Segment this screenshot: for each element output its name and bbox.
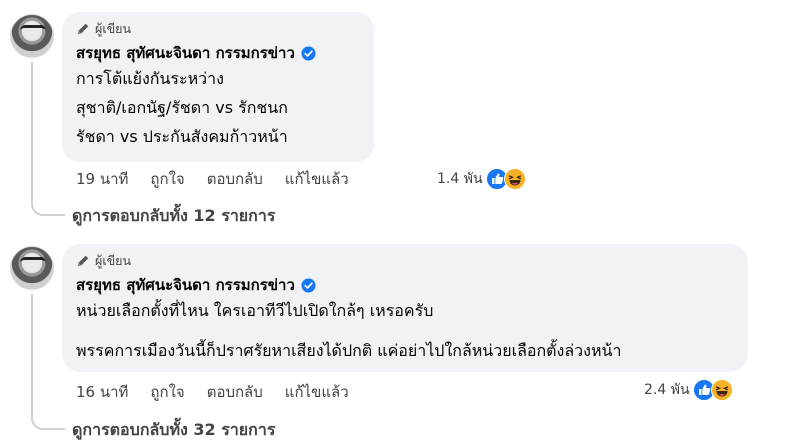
reaction-count: 1.4 พัน [437,171,483,187]
verified-badge-icon [301,45,316,61]
author-name[interactable]: สรยุทธ สุทัศนะจินดา กรรมกรข่าว [76,273,295,297]
author-name[interactable]: สรยุทธ สุทัศนะจินดา กรรมกรข่าว [76,41,295,65]
comment-actions: 16 นาที ถูกใจ ตอบกลับ แก้ไขแล้ว [76,380,371,404]
comment-bubble: ผู้เขียน สรยุทธ สุทัศนะจินดา กรรมกรข่าว … [62,244,748,372]
pencil-icon [77,255,89,267]
thread-line [31,62,33,202]
view-replies-link[interactable]: ดูการตอบกลับทั้ง 32 รายการ [72,418,275,442]
avatar[interactable] [10,14,54,58]
view-replies-link[interactable]: ดูการตอบกลับทั้ง 12 รายการ [72,204,275,228]
avatar[interactable] [10,246,54,290]
like-button[interactable]: ถูกใจ [150,380,184,404]
comment-text-line: รัชดา vs ประกันสังคมก้าวหน้า [76,127,288,146]
timestamp[interactable]: 19 นาที [76,167,128,191]
edited-label: แก้ไขแล้ว [284,170,349,188]
edited-label: แก้ไขแล้ว [284,383,349,401]
reaction-count: 2.4 พัน [644,382,690,398]
reply-button[interactable]: ตอบกลับ [207,167,263,191]
reaction-summary[interactable]: 1.4 พัน [437,167,526,191]
comment-actions: 19 นาที ถูกใจ ตอบกลับ แก้ไขแล้ว [76,167,371,191]
author-badge: ผู้เขียน [76,20,360,38]
thread-connector [31,200,65,216]
haha-reaction-icon [503,168,526,190]
author-row: สรยุทธ สุทัศนะจินดา กรรมกรข่าว [76,42,360,64]
like-button[interactable]: ถูกใจ [150,167,184,191]
comment-text-line: พรรคการเมืองวันนี้ก็ปราศรัยหาเสียงได้ปกต… [76,341,622,360]
comment-text-line: สุชาติ/เอกนัฐ/รัชดา vs รักชนก [76,98,288,117]
verified-badge-icon [301,277,316,293]
author-row: สรยุทธ สุทัศนะจินดา กรรมกรข่าว [76,274,734,296]
comment-text-line: หน่วยเลือกตั้งที่ไหน ใครเอาทีวีไปเปิดใกล… [76,301,434,320]
comment-bubble: ผู้เขียน สรยุทธ สุทัศนะจินดา กรรมกรข่าว … [62,12,374,162]
reply-button[interactable]: ตอบกลับ [207,380,263,404]
haha-reaction-icon [710,379,733,401]
thread-connector [31,414,65,430]
author-badge-label: ผู้เขียน [95,21,132,36]
reaction-summary[interactable]: 2.4 พัน [644,378,733,402]
comment-text-line: การโต้แย้งกันระหว่าง [76,69,224,88]
thread-line [31,294,33,416]
author-badge: ผู้เขียน [76,252,734,270]
pencil-icon [77,23,89,35]
timestamp[interactable]: 16 นาที [76,380,128,404]
author-badge-label: ผู้เขียน [95,253,132,268]
